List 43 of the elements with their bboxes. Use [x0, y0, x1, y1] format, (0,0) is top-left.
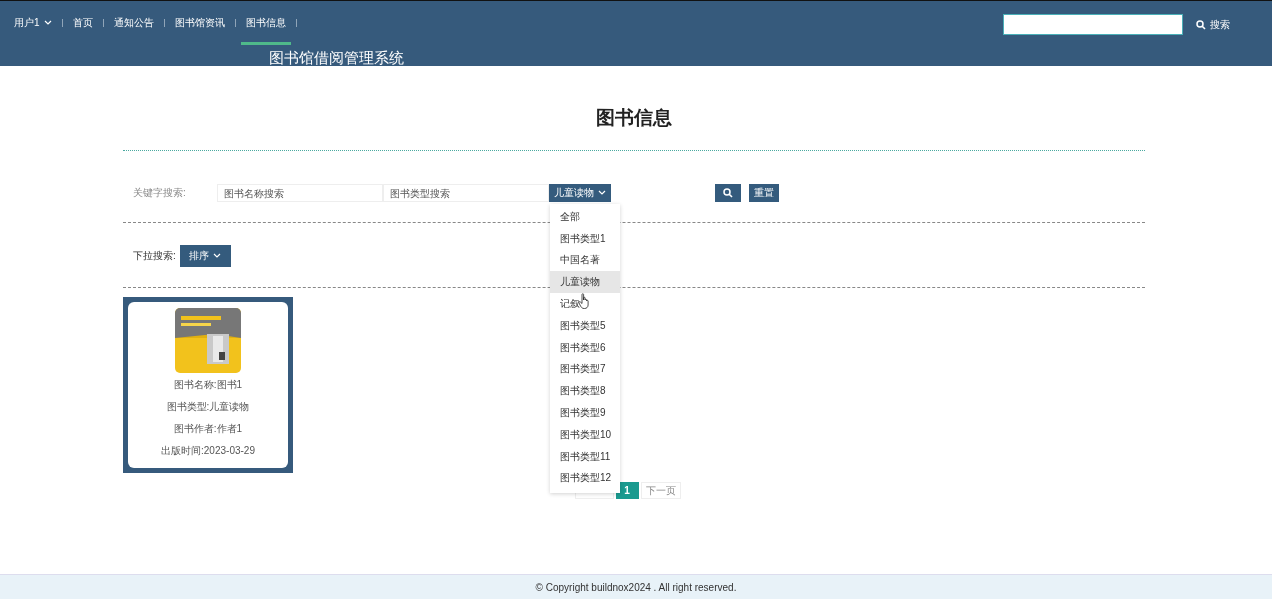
- caret-icon: [43, 20, 52, 26]
- sort-button[interactable]: 排序: [179, 245, 231, 267]
- dropdown-option[interactable]: 图书类型10: [550, 423, 620, 446]
- search-icon: [723, 188, 733, 198]
- dropdown-option[interactable]: 图书类型11: [550, 445, 620, 468]
- dropdown-option[interactable]: 儿童读物: [550, 271, 620, 294]
- dropdown-option[interactable]: 图书类型9: [550, 402, 620, 424]
- dropdown-option[interactable]: 图书类型6: [550, 336, 620, 359]
- site-title: 图书馆借阅管理系统: [269, 49, 404, 68]
- book-type-field[interactable]: 图书类型搜索: [383, 184, 549, 202]
- category-dropdown-button[interactable]: 儿童读物: [549, 184, 611, 202]
- hand-cursor-icon: [578, 293, 591, 309]
- publish-date: 出版时间:2023-03-29: [161, 444, 255, 458]
- dropdown-option[interactable]: 图书类型1: [550, 227, 620, 250]
- next-page-button[interactable]: 下一页: [640, 482, 681, 499]
- page-title: 图书信息: [595, 106, 673, 130]
- search-icon: [1196, 19, 1206, 30]
- nav-link[interactable]: 通知公告: [113, 1, 154, 45]
- user-menu[interactable]: 用户1: [14, 16, 52, 30]
- search-button[interactable]: 搜索: [1196, 17, 1230, 32]
- book-author: 图书作者:作者1: [173, 422, 243, 436]
- dropdown-search-label: 下拉搜索:: [133, 249, 176, 263]
- search-field[interactable]: [1003, 14, 1183, 35]
- search-button[interactable]: [715, 184, 741, 202]
- active-underline: [240, 42, 291, 45]
- dropdown-option[interactable]: 中国名著: [550, 249, 620, 272]
- dropdown-option[interactable]: 全部: [550, 206, 620, 228]
- keyword-search-label: 关键字搜索:: [133, 186, 187, 200]
- book-type: 图书类型:儿童读物: [166, 400, 250, 414]
- dropdown-option[interactable]: 图书类型7: [550, 358, 620, 381]
- book-card[interactable]: 图书名称:图书1 图书类型:儿童读物 图书作者:作者1 出版时间:2023-03-29: [123, 297, 293, 473]
- nav-link[interactable]: 图书信息: [245, 1, 286, 45]
- nav-link[interactable]: 首页: [72, 1, 93, 45]
- nav-link[interactable]: 图书馆资讯: [174, 1, 225, 45]
- book-name: 图书名称:图书1: [173, 378, 243, 392]
- dropdown-option[interactable]: 图书类型8: [550, 380, 620, 403]
- copyright-text: © Copyright buildnox2024 . All right reserved.: [535, 581, 737, 593]
- dropdown-option[interactable]: 记叙: [550, 293, 620, 315]
- dropdown-option[interactable]: 图书类型5: [550, 315, 620, 337]
- reset-button[interactable]: 重置: [749, 184, 779, 202]
- caret-icon: [213, 253, 222, 259]
- book-name-field[interactable]: 图书名称搜索: [217, 184, 383, 202]
- caret-icon: [598, 190, 606, 196]
